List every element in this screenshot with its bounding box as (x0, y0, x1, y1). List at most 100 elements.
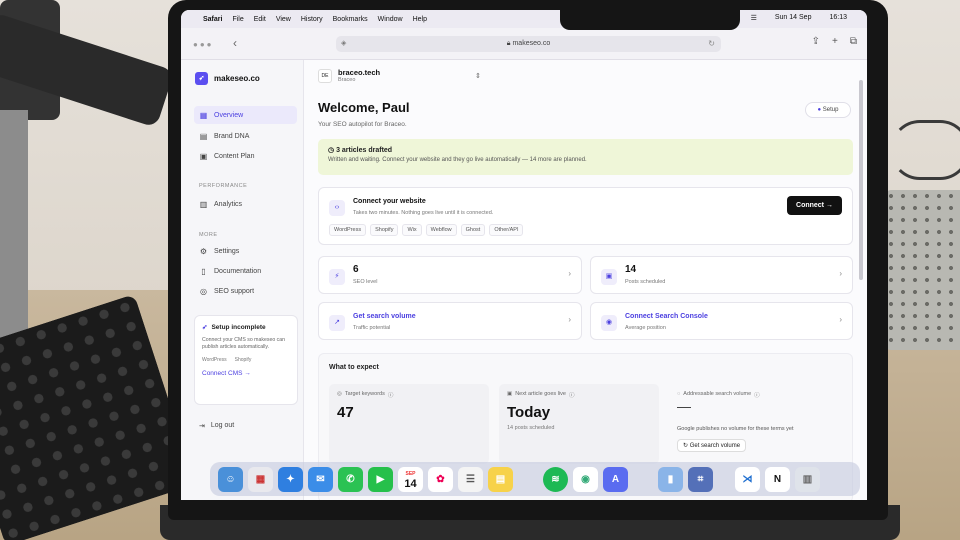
sidebar-item-label: Brand DNA (214, 132, 250, 140)
launchpad-icon[interactable]: ▦ (248, 466, 273, 492)
spotify-icon[interactable]: ≋ (543, 466, 568, 492)
support-icon: ◎ (200, 286, 207, 296)
sidebar-item-label: Content Plan (214, 152, 255, 160)
menu-window[interactable]: Window (378, 16, 403, 23)
connect-cms-link[interactable]: Connect CMS → (202, 370, 290, 377)
keywords-value: 47 (337, 404, 354, 421)
menubar-time: 16:13 (829, 14, 847, 21)
project-switcher[interactable]: DE braceo.tech Braceo ⇕ (318, 68, 481, 83)
project-name: braceo.tech (338, 68, 381, 77)
trash-icon[interactable]: ▥ (795, 466, 820, 492)
brand-logo[interactable]: ➶ makeseo.co (195, 72, 260, 85)
monitor-pole (0, 110, 28, 340)
utility-icon[interactable]: ⌗ (688, 466, 713, 492)
chip-wix[interactable]: Wix (402, 224, 422, 236)
search-console-link[interactable]: Connect Search Console (625, 313, 708, 320)
logout-button[interactable]: ⇥ Log out (199, 422, 234, 430)
reload-icon[interactable]: ↻ (708, 36, 715, 52)
expect-heading: What to expect (329, 364, 379, 371)
setup-button[interactable]: ● Setup (805, 102, 851, 118)
privacy-shield-icon[interactable]: ◈ (341, 36, 346, 52)
menu-view[interactable]: View (276, 16, 291, 23)
scrollbar[interactable] (859, 80, 863, 280)
sidebar-item-brand-dna[interactable]: ▤ Brand DNA (194, 127, 297, 145)
document-icon: ▯ (201, 266, 206, 276)
empty-value-dash (677, 407, 691, 408)
control-center-icon[interactable]: ☰ (751, 14, 757, 22)
globe-icon: ◌ (677, 391, 681, 397)
chip-other-api[interactable]: Other/API (489, 224, 524, 236)
get-search-volume-label: Get search volume (689, 443, 741, 449)
target-keywords-box: ◎ Target keywords ⓘ 47 (329, 384, 489, 464)
menu-file[interactable]: File (232, 16, 243, 23)
mail-icon[interactable]: ✉ (308, 466, 333, 492)
photos-icon[interactable]: ✿ (428, 466, 453, 492)
bolt-icon: ⚡︎ (329, 269, 345, 285)
safari-icon[interactable]: ✦ (278, 466, 303, 492)
menu-edit[interactable]: Edit (254, 16, 266, 23)
info-icon[interactable]: ⓘ (569, 391, 575, 399)
search-console-card[interactable]: ◉ Connect Search Console Average positio… (590, 302, 853, 340)
sidebar-item-label: Settings (214, 247, 240, 255)
search-console-label: Average position (625, 325, 666, 331)
folder-icon[interactable]: ▮ (658, 466, 683, 492)
chevron-right-icon: › (568, 315, 571, 324)
calendar-app-icon[interactable]: SEP 14 (398, 466, 423, 492)
seo-level-card[interactable]: ⚡︎ 6 SEO level › (318, 256, 582, 294)
vscode-icon[interactable]: ⋊ (735, 466, 760, 492)
whatsapp-icon[interactable]: ✆ (338, 466, 363, 492)
get-search-volume-button[interactable]: ↻ Get search volume (677, 439, 747, 452)
window-controls[interactable]: ●●● (193, 40, 214, 49)
chip-webflow[interactable]: Webflow (425, 224, 457, 236)
volume-label: Addressable search volume (683, 391, 752, 397)
app-store-icon[interactable]: A (603, 466, 628, 492)
search-volume-link[interactable]: Get search volume (353, 313, 416, 320)
sidebar-item-seo-support[interactable]: ◎ SEO support (194, 282, 297, 300)
calendar-icon: ▣ (601, 269, 617, 285)
facetime-icon[interactable]: ▶ (368, 466, 393, 492)
section-more: MORE (199, 232, 218, 238)
calendar-icon: ▣ (199, 151, 208, 161)
sidebar-item-overview[interactable]: ▦ Overview (194, 106, 297, 124)
sidebar-item-content-plan[interactable]: ▣ Content Plan (194, 147, 297, 165)
sidebar-item-documentation[interactable]: ▯ Documentation (194, 262, 297, 280)
notes-icon[interactable]: ▤ (488, 466, 513, 492)
notion-icon[interactable]: N (765, 466, 790, 492)
new-tab-icon[interactable]: + (832, 36, 838, 47)
reminders-icon[interactable]: ☰ (458, 466, 483, 492)
next-article-sub: 14 posts scheduled (507, 425, 555, 431)
menu-help[interactable]: Help (413, 16, 427, 23)
book-icon: ▤ (199, 131, 208, 141)
setup-card-title: Setup incomplete (211, 323, 266, 331)
gear-icon: ⚙ (199, 246, 208, 256)
sidebar-item-analytics[interactable]: ▥ Analytics (194, 195, 297, 213)
search-volume-card[interactable]: ↗ Get search volume Traffic potential › (318, 302, 582, 340)
tabs-overview-icon[interactable]: ⧉ (850, 36, 857, 47)
sidebar-item-settings[interactable]: ⚙ Settings (194, 242, 297, 260)
menu-bookmarks[interactable]: Bookmarks (333, 16, 368, 23)
speaker-grille (885, 190, 960, 350)
keywords-label: Target keywords (344, 391, 385, 397)
dot-icon: ● (817, 107, 822, 113)
chip-wordpress[interactable]: WordPress (329, 224, 367, 236)
chrome-icon[interactable]: ◉ (573, 466, 598, 492)
back-icon[interactable]: ‹ (233, 36, 237, 50)
trend-up-icon: ↗ (329, 315, 345, 331)
next-article-box: ▣ Next article goes live ⓘ Today 14 posts … (499, 384, 659, 464)
platform-chips: WordPress Shopify Wix Webflow Ghost Othe… (329, 224, 524, 236)
info-icon[interactable]: ⓘ (754, 391, 760, 399)
posts-scheduled-value: 14 (625, 264, 637, 275)
chip-shopify[interactable]: Shopify (370, 224, 399, 236)
menubar-date: Sun 14 Sep (774, 14, 812, 21)
menu-history[interactable]: History (301, 16, 323, 23)
share-icon[interactable]: ⇪ (812, 36, 820, 47)
connect-title: Connect your website (353, 198, 426, 205)
sidebar-item-label: SEO support (214, 287, 255, 295)
posts-scheduled-card[interactable]: ▣ 14 Posts scheduled › (590, 256, 853, 294)
chip-ghost[interactable]: Ghost (460, 224, 486, 236)
menu-safari[interactable]: Safari (203, 16, 222, 23)
info-icon[interactable]: ⓘ (388, 391, 394, 399)
finder-icon[interactable]: ☺ (218, 466, 243, 492)
connect-button[interactable]: Connect → (787, 196, 842, 215)
address-bar[interactable]: ◈ 🔒︎ makeseo.co ↻ (336, 36, 721, 52)
